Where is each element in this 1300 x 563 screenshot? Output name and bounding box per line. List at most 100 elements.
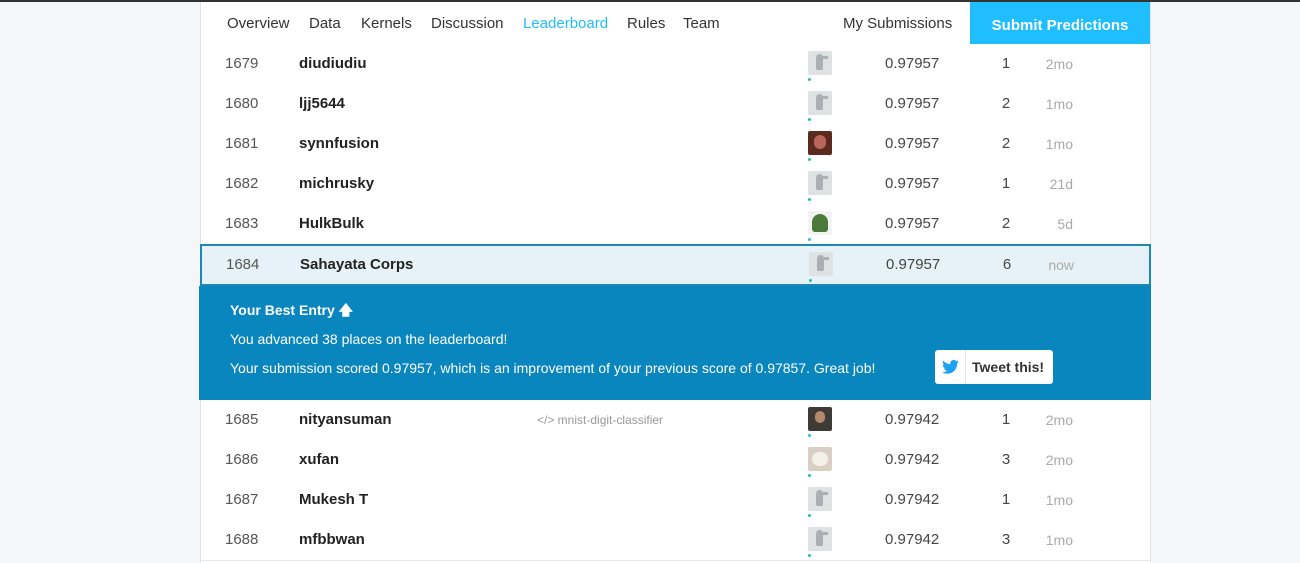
last-submission-cell: 1mo <box>1045 532 1073 548</box>
status-dot <box>808 434 811 437</box>
improvement-text: Your submission scored 0.97957, which is… <box>230 360 876 376</box>
last-submission-cell: 1mo <box>1045 96 1073 112</box>
rank-cell: 1686 <box>225 451 259 468</box>
team-name[interactable]: mfbbwan <box>299 520 539 560</box>
team-name[interactable]: xufan <box>299 440 539 480</box>
avatar[interactable] <box>808 527 832 551</box>
advanced-places-text: You advanced 38 places on the leaderboar… <box>230 331 508 347</box>
beak-shape <box>823 532 828 535</box>
leaderboard-row[interactable]: 1688 mfbbwan 0.97942 3 1mo <box>201 520 1150 561</box>
last-submission-cell: 2mo <box>1045 452 1073 468</box>
avatar[interactable] <box>808 407 832 431</box>
avatar[interactable] <box>808 487 832 511</box>
score-cell: 0.97957 <box>885 215 940 232</box>
team-name[interactable]: diudiudiu <box>299 44 539 84</box>
leaderboard-row[interactable]: 1687 Mukesh T 0.97942 1 1mo <box>201 480 1150 521</box>
status-dot <box>808 158 811 161</box>
status-dot <box>808 78 811 81</box>
team-name[interactable]: ljj5644 <box>299 84 539 124</box>
avatar[interactable] <box>808 91 832 115</box>
team-name[interactable]: nityansuman <box>299 400 539 440</box>
best-entry-title-text: Your Best Entry <box>230 302 335 318</box>
team-name[interactable]: michrusky <box>299 164 539 204</box>
avatar[interactable] <box>808 131 832 155</box>
avatar[interactable] <box>808 211 832 235</box>
tab-data[interactable]: Data <box>309 15 341 46</box>
kernel-link[interactable]: </> mnist-digit-classifier <box>537 400 737 440</box>
entries-cell: 1 <box>1001 491 1011 508</box>
team-name[interactable]: synnfusion <box>299 124 539 164</box>
leaderboard-row[interactable]: 1685 nityansuman </> mnist-digit-classif… <box>201 400 1150 441</box>
twitter-icon <box>935 350 966 384</box>
entries-cell: 6 <box>1002 256 1012 273</box>
leaderboard-row[interactable]: 1682 michrusky 0.97957 1 21d <box>201 164 1150 205</box>
leaderboard-row[interactable]: 1686 xufan 0.97942 3 2mo <box>201 440 1150 481</box>
team-name[interactable]: Sahayata Corps <box>300 246 540 284</box>
last-submission-cell: 21d <box>1049 176 1073 192</box>
bird-icon <box>816 174 823 190</box>
competition-nav: Overview Data Kernels Discussion Leaderb… <box>201 2 1150 49</box>
tab-leaderboard[interactable]: Leaderboard <box>523 15 609 46</box>
rank-cell: 1680 <box>225 95 259 112</box>
rank-cell: 1687 <box>225 491 259 508</box>
bird-icon <box>816 530 823 546</box>
tab-overview[interactable]: Overview <box>227 15 290 46</box>
tab-kernels[interactable]: Kernels <box>361 15 412 46</box>
last-submission-cell: 1mo <box>1045 136 1073 152</box>
avatar[interactable] <box>808 51 832 75</box>
entries-cell: 2 <box>1001 215 1011 232</box>
rank-cell: 1684 <box>226 256 260 273</box>
entries-cell: 2 <box>1001 135 1011 152</box>
rank-cell: 1683 <box>225 215 259 232</box>
status-dot <box>808 198 811 201</box>
leaderboard-row[interactable]: 1683 HulkBulk 0.97957 2 5d <box>201 204 1150 245</box>
score-cell: 0.97957 <box>885 95 940 112</box>
tab-team[interactable]: Team <box>683 15 720 46</box>
team-name[interactable]: Mukesh T <box>299 480 539 520</box>
leaderboard-row[interactable]: 1680 ljj5644 0.97957 2 1mo <box>201 84 1150 125</box>
status-dot <box>808 118 811 121</box>
submit-predictions-button[interactable]: Submit Predictions <box>970 2 1150 48</box>
bird-icon <box>816 94 823 110</box>
entries-cell: 1 <box>1001 411 1011 428</box>
rank-cell: 1681 <box>225 135 259 152</box>
last-submission-cell: 2mo <box>1045 56 1073 72</box>
tab-discussion[interactable]: Discussion <box>431 15 504 46</box>
entries-cell: 3 <box>1001 451 1011 468</box>
rank-cell: 1682 <box>225 175 259 192</box>
score-cell: 0.97957 <box>885 135 940 152</box>
last-submission-cell: now <box>1048 257 1074 273</box>
last-submission-cell: 5d <box>1057 216 1073 232</box>
avatar-face <box>814 135 826 149</box>
score-cell: 0.97942 <box>885 531 940 548</box>
best-entry-banner: Your Best Entry 🡅 You advanced 38 places… <box>199 286 1151 400</box>
beak-shape <box>824 257 829 260</box>
avatar[interactable] <box>808 447 832 471</box>
status-dot <box>808 514 811 517</box>
my-submissions-link[interactable]: My Submissions <box>843 15 952 46</box>
beak-shape <box>823 96 828 99</box>
score-cell: 0.97942 <box>885 491 940 508</box>
avatar[interactable] <box>809 252 833 276</box>
entries-cell: 2 <box>1001 95 1011 112</box>
tweet-button[interactable]: Tweet this! <box>935 350 1053 384</box>
score-cell: 0.97942 <box>885 411 940 428</box>
team-name[interactable]: HulkBulk <box>299 204 539 244</box>
rank-cell: 1679 <box>225 55 259 72</box>
score-cell: 0.97957 <box>885 55 940 72</box>
arrow-up-icon: 🡅 <box>338 302 354 318</box>
tab-rules[interactable]: Rules <box>627 15 665 46</box>
avatar[interactable] <box>808 171 832 195</box>
beak-shape <box>823 56 828 59</box>
bird-icon <box>817 255 824 271</box>
score-cell: 0.97942 <box>885 451 940 468</box>
last-submission-cell: 2mo <box>1045 412 1073 428</box>
beak-shape <box>823 176 828 179</box>
score-cell: 0.97957 <box>885 175 940 192</box>
last-submission-cell: 1mo <box>1045 492 1073 508</box>
tweet-label: Tweet this! <box>972 359 1045 375</box>
leaderboard-row[interactable]: 1679 diudiudiu 0.97957 1 2mo <box>201 44 1150 85</box>
leaderboard-row[interactable]: 1681 synnfusion 0.97957 2 1mo <box>201 124 1150 165</box>
bird-icon <box>816 490 823 506</box>
my-team-row[interactable]: 1684 Sahayata Corps 0.97957 6 now <box>200 244 1151 286</box>
